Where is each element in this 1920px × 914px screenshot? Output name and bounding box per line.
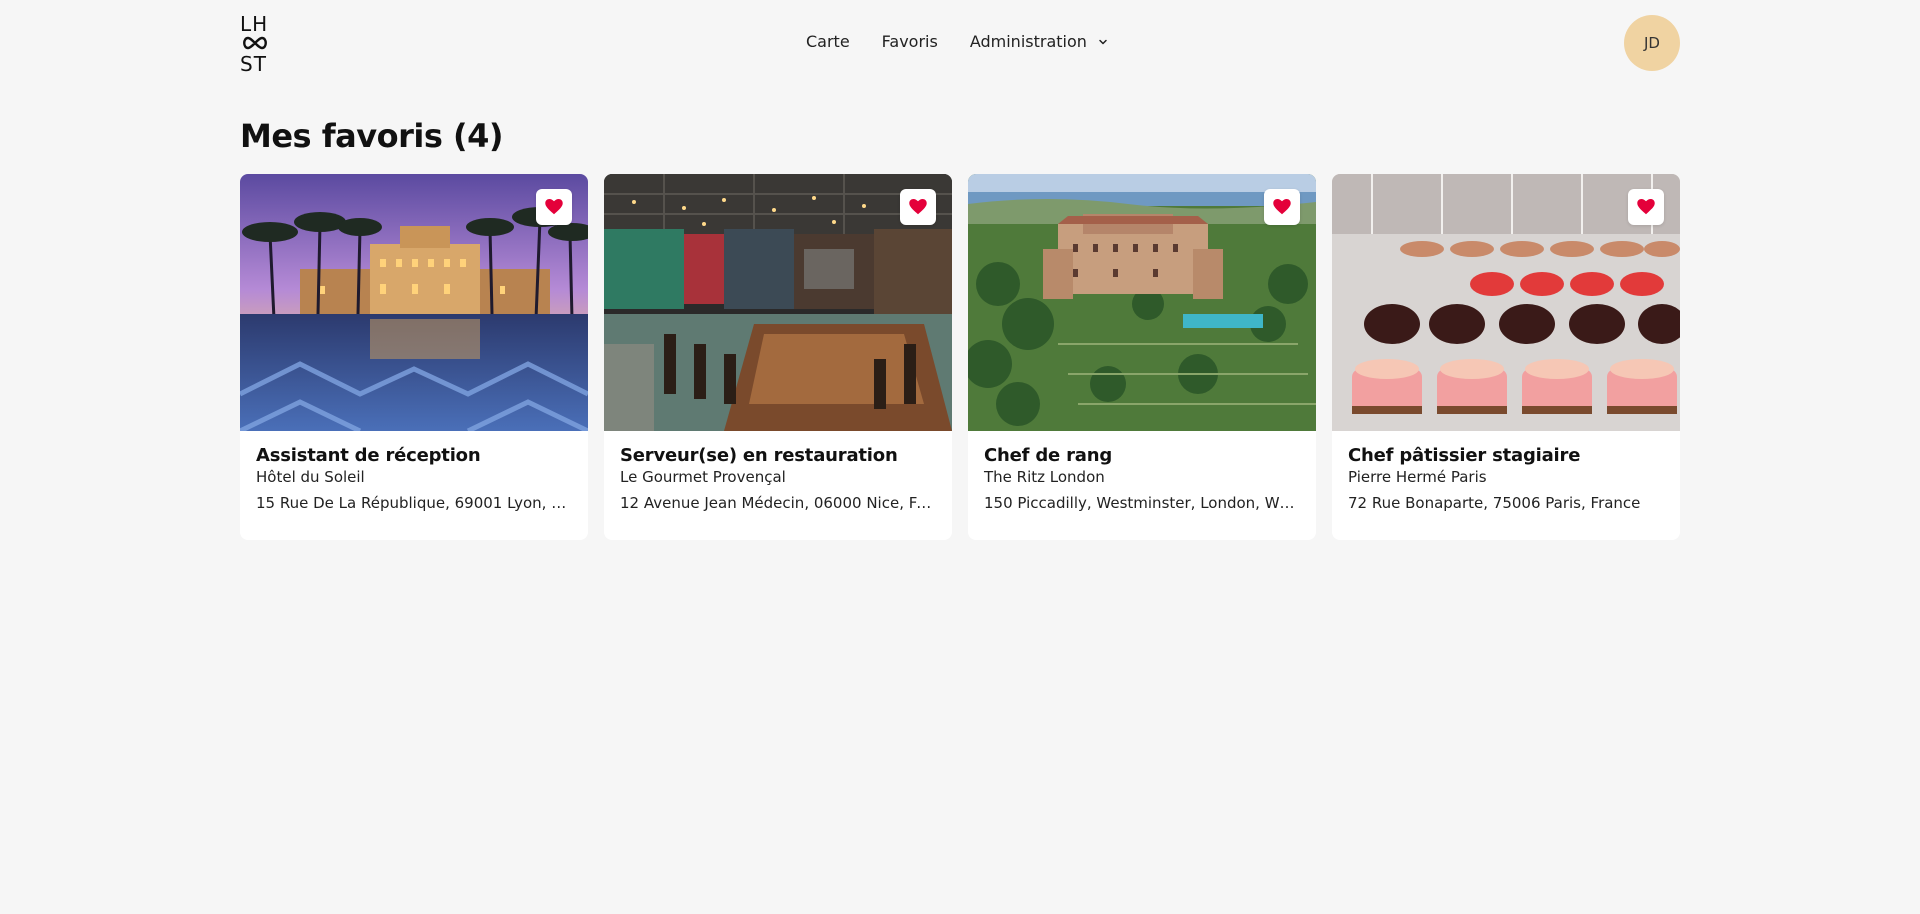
card-body: Chef de rang The Ritz London 150 Piccadi… — [968, 431, 1316, 513]
chevron-down-icon — [1099, 39, 1107, 45]
favorite-toggle-button[interactable] — [900, 189, 936, 225]
favorite-card[interactable]: Serveur(se) en restauration Le Gourmet P… — [604, 174, 952, 540]
company-name: Hôtel du Soleil — [256, 468, 365, 486]
company-name: Le Gourmet Provençal — [620, 468, 786, 486]
main-nav: Carte Favoris Administration — [806, 30, 1109, 54]
favorite-card[interactable]: Chef pâtissier stagiaire Pierre Hermé Pa… — [1332, 174, 1680, 540]
logo-text-top: LH — [240, 12, 269, 36]
top-header: LH ST Carte Favoris Administration JD — [0, 0, 1920, 86]
site-logo[interactable]: LH ST — [240, 14, 274, 74]
nav-item-favoris[interactable]: Favoris — [882, 30, 938, 54]
job-title: Assistant de réception — [256, 445, 481, 466]
job-address: 72 Rue Bonaparte, 75006 Paris, France — [1348, 494, 1641, 512]
heart-icon — [1637, 199, 1655, 215]
infinity-icon — [243, 36, 267, 50]
logo-text-bottom: ST — [240, 52, 267, 76]
nav-item-administration-label: Administration — [969, 32, 1087, 51]
job-title: Serveur(se) en restauration — [620, 445, 898, 466]
company-name: The Ritz London — [984, 468, 1105, 486]
user-avatar[interactable]: JD — [1624, 15, 1680, 71]
heart-icon — [1273, 199, 1291, 215]
job-title: Chef de rang — [984, 445, 1113, 466]
job-address: 12 Avenue Jean Médecin, 06000 Nice, Fran… — [620, 494, 936, 512]
favorites-grid: Assistant de réception Hôtel du Soleil 1… — [240, 174, 1680, 540]
job-address: 150 Piccadilly, Westminster, London, W1J… — [984, 494, 1300, 512]
user-initials: JD — [1644, 34, 1660, 52]
card-body: Serveur(se) en restauration Le Gourmet P… — [604, 431, 952, 513]
nav-item-administration[interactable]: Administration — [970, 30, 1109, 54]
favorite-toggle-button[interactable] — [536, 189, 572, 225]
heart-icon — [545, 199, 563, 215]
favorite-toggle-button[interactable] — [1628, 189, 1664, 225]
page-title: Mes favoris (4) — [240, 117, 504, 155]
nav-item-carte[interactable]: Carte — [806, 30, 850, 54]
job-title: Chef pâtissier stagiaire — [1348, 445, 1581, 466]
favorite-toggle-button[interactable] — [1264, 189, 1300, 225]
card-body: Chef pâtissier stagiaire Pierre Hermé Pa… — [1332, 431, 1680, 513]
company-name: Pierre Hermé Paris — [1348, 468, 1487, 486]
heart-icon — [909, 199, 927, 215]
card-body: Assistant de réception Hôtel du Soleil 1… — [240, 431, 588, 513]
favorite-card[interactable]: Assistant de réception Hôtel du Soleil 1… — [240, 174, 588, 540]
favorite-card[interactable]: Chef de rang The Ritz London 150 Piccadi… — [968, 174, 1316, 540]
job-address: 15 Rue De La République, 69001 Lyon, Fra… — [256, 494, 572, 512]
